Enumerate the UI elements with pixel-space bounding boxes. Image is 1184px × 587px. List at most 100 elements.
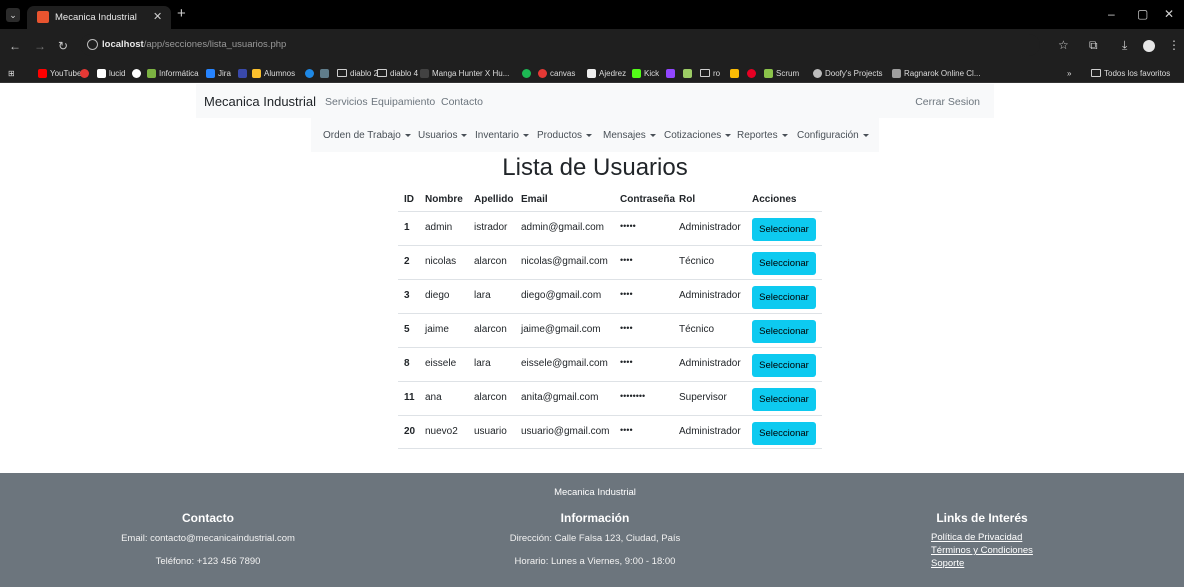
reload-icon[interactable]: ↻ bbox=[58, 39, 68, 53]
bookmark-icon-only[interactable] bbox=[730, 67, 742, 79]
tab-search-icon[interactable]: ⌄ bbox=[6, 8, 20, 22]
site-info-icon[interactable] bbox=[87, 39, 98, 50]
select-button[interactable]: Seleccionar bbox=[752, 354, 816, 377]
bookmark-folder[interactable]: diablo 2 bbox=[337, 67, 378, 79]
caret-down-icon bbox=[862, 133, 869, 137]
nav-link-equipamiento[interactable]: Equipamiento bbox=[371, 96, 435, 108]
link-privacy-policy[interactable]: Política de Privacidad bbox=[931, 532, 1022, 543]
footer-info-address: Dirección: Calle Falsa 123, Ciudad, País bbox=[509, 533, 681, 544]
site-favicon-icon bbox=[37, 11, 49, 23]
bookmark-icon-only[interactable] bbox=[80, 67, 92, 79]
caret-down-icon bbox=[781, 133, 788, 137]
bookmark-item[interactable]: Manga Hunter X Hu... bbox=[420, 67, 509, 79]
dropdown-productos[interactable]: Productos bbox=[537, 130, 593, 141]
all-bookmarks-folder[interactable]: Todos los favoritos bbox=[1091, 67, 1170, 79]
cell-rol: Administrador bbox=[679, 426, 741, 437]
minimize-icon[interactable]: – bbox=[1108, 7, 1115, 21]
bookmark-item[interactable]: Ajedrez bbox=[587, 67, 626, 79]
bookmark-item[interactable]: canvas bbox=[538, 67, 575, 79]
browser-menu-icon[interactable]: ⋮ bbox=[1168, 38, 1180, 52]
footer-contact-title: Contacto bbox=[182, 511, 234, 525]
select-button[interactable]: Seleccionar bbox=[752, 422, 816, 445]
bookmark-item[interactable]: YouTube bbox=[38, 67, 81, 79]
browser-tab[interactable]: Mecanica Industrial ✕ bbox=[27, 6, 171, 29]
bookmark-item[interactable]: Informática bbox=[147, 67, 199, 79]
navbar-brand[interactable]: Mecanica Industrial bbox=[204, 94, 316, 109]
bookmark-item[interactable]: Doofy's Projects bbox=[813, 67, 883, 79]
dropdown-cotizaciones[interactable]: Cotizaciones bbox=[664, 130, 732, 141]
bookmark-icon-only[interactable] bbox=[305, 67, 317, 79]
bookmark-icon-only[interactable] bbox=[238, 67, 250, 79]
cell-id: 2 bbox=[404, 256, 410, 267]
column-header-apellido: Apellido bbox=[474, 194, 514, 205]
forward-icon[interactable]: → bbox=[34, 39, 46, 53]
dropdown-usuarios[interactable]: Usuarios bbox=[418, 130, 468, 141]
select-button[interactable]: Seleccionar bbox=[752, 286, 816, 309]
cell-email: nicolas@gmail.com bbox=[521, 256, 608, 267]
cell-email: diego@gmail.com bbox=[521, 290, 602, 301]
profile-avatar[interactable] bbox=[1143, 40, 1155, 52]
bookmark-icon-only[interactable] bbox=[683, 67, 695, 79]
cell-apellido: alarcon bbox=[474, 324, 507, 335]
url-text: localhost/app/secciones/lista_usuarios.p… bbox=[102, 39, 287, 50]
address-bar[interactable]: localhost/app/secciones/lista_usuarios.p… bbox=[80, 34, 1040, 56]
bookmark-icon-only[interactable] bbox=[320, 67, 332, 79]
top-navbar: Mecanica Industrial Servicios Equipamien… bbox=[196, 84, 994, 118]
footer-brand: Mecanica Industrial bbox=[554, 487, 636, 498]
dropdown-inventario[interactable]: Inventario bbox=[475, 130, 529, 141]
logout-link[interactable]: Cerrar Sesion bbox=[915, 96, 980, 108]
cell-rol: Técnico bbox=[679, 324, 715, 335]
bookmark-star-icon[interactable]: ☆ bbox=[1058, 38, 1069, 52]
select-button[interactable]: Seleccionar bbox=[752, 218, 816, 241]
table-row: 5 jaime alarcon jaime@gmail.com •••• Técnico S… bbox=[398, 313, 822, 347]
nav-link-contacto[interactable]: Contacto bbox=[441, 96, 483, 108]
dropdown-mensajes[interactable]: Mensajes bbox=[603, 130, 656, 141]
bookmark-item[interactable]: Kick bbox=[632, 67, 659, 79]
new-tab-icon[interactable]: + bbox=[177, 5, 186, 22]
table-row: 20 nuevo2 usuario usuario@gmail.com •••• Admi… bbox=[398, 415, 822, 449]
apps-icon[interactable]: ⊞ bbox=[8, 67, 15, 79]
cell-password: •••••••• bbox=[620, 391, 646, 401]
column-header-contrasena: Contraseña bbox=[620, 194, 676, 205]
maximize-icon[interactable]: ▢ bbox=[1137, 7, 1148, 21]
bookmark-folder[interactable]: ro bbox=[700, 67, 720, 79]
window-close-icon[interactable]: ✕ bbox=[1164, 7, 1174, 21]
nav-link-servicios[interactable]: Servicios bbox=[325, 96, 368, 108]
close-tab-icon[interactable]: ✕ bbox=[153, 10, 162, 23]
cell-apellido: alarcon bbox=[474, 392, 507, 403]
select-button[interactable]: Seleccionar bbox=[752, 320, 816, 343]
extensions-icon[interactable]: ⧉ bbox=[1089, 38, 1098, 53]
bookmark-item[interactable]: Alumnos bbox=[252, 67, 295, 79]
bookmark-item[interactable]: Scrum bbox=[764, 67, 799, 79]
column-header-rol: Rol bbox=[679, 194, 696, 205]
bookmark-icon-only[interactable] bbox=[522, 67, 534, 79]
download-icon[interactable]: ⤓ bbox=[1122, 38, 1127, 53]
bookmark-item[interactable]: lucid bbox=[97, 67, 125, 79]
cell-password: •••• bbox=[620, 255, 633, 265]
footer-info-hours: Horario: Lunes a Viernes, 9:00 - 18:00 bbox=[514, 556, 676, 567]
bookmark-icon-only[interactable] bbox=[747, 67, 759, 79]
bookmark-icon-only[interactable] bbox=[666, 67, 678, 79]
dropdown-configuracion[interactable]: Configuración bbox=[797, 130, 869, 141]
column-header-acciones: Acciones bbox=[752, 194, 797, 205]
more-bookmarks-icon[interactable]: » bbox=[1067, 67, 1071, 79]
dropdown-reportes[interactable]: Reportes bbox=[737, 130, 788, 141]
back-icon[interactable]: ← bbox=[9, 39, 21, 53]
cell-apellido: alarcon bbox=[474, 256, 507, 267]
link-terms-conditions[interactable]: Términos y Condiciones bbox=[931, 545, 1033, 556]
caret-down-icon bbox=[404, 133, 411, 137]
bookmark-item[interactable]: Jira bbox=[206, 67, 231, 79]
cell-password: •••• bbox=[620, 289, 633, 299]
column-header-email: Email bbox=[521, 194, 548, 205]
browser-toolbar: ← → ↻ localhost/app/secciones/lista_usua… bbox=[0, 29, 1184, 63]
bookmark-icon-only[interactable] bbox=[132, 67, 144, 79]
link-support[interactable]: Soporte bbox=[931, 558, 964, 569]
select-button[interactable]: Seleccionar bbox=[752, 388, 816, 411]
bookmark-item[interactable]: Ragnarok Online Cl... bbox=[892, 67, 980, 79]
footer-info-title: Información bbox=[560, 511, 630, 525]
dropdown-orden-de-trabajo[interactable]: Orden de Trabajo bbox=[323, 130, 411, 141]
bookmark-folder[interactable]: diablo 4 bbox=[377, 67, 418, 79]
select-button[interactable]: Seleccionar bbox=[752, 252, 816, 275]
cell-apellido: istrador bbox=[474, 222, 508, 233]
cell-id: 3 bbox=[404, 290, 410, 301]
